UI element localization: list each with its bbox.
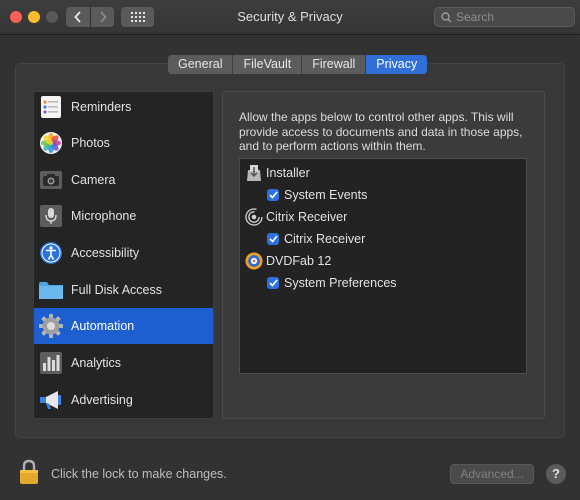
- automation-description: Allow the apps below to control other ap…: [239, 110, 523, 153]
- chevron-right-icon: [99, 11, 107, 23]
- sidebar-item-microphone[interactable]: Microphone: [34, 198, 213, 234]
- sidebar-item-photos[interactable]: Photos: [34, 125, 213, 161]
- sidebar-item-camera[interactable]: Camera: [34, 162, 213, 198]
- microphone-icon: [38, 203, 64, 229]
- search-field[interactable]: [434, 7, 575, 27]
- checkmark-icon: [268, 191, 278, 199]
- sidebar-item-label: Analytics: [71, 356, 122, 370]
- citrix-icon: [245, 208, 263, 226]
- sidebar-item-label: Full Disk Access: [71, 283, 162, 297]
- back-button[interactable]: [66, 7, 90, 27]
- app-row-citrix-receiver[interactable]: Citrix Receiver: [240, 206, 347, 228]
- grid-icon: [130, 12, 145, 22]
- photos-icon: [38, 130, 64, 156]
- sidebar-item-label: Microphone: [71, 209, 137, 223]
- permission-row-system-events[interactable]: System Events: [267, 184, 367, 206]
- permission-target-name: System Preferences: [284, 276, 397, 290]
- sidebar-item-label: Accessibility: [71, 246, 140, 260]
- show-all-button[interactable]: [121, 7, 154, 27]
- navigation-buttons: [66, 7, 114, 27]
- permission-checkbox[interactable]: [267, 233, 279, 245]
- search-input[interactable]: [456, 10, 571, 24]
- chevron-left-icon: [74, 11, 81, 23]
- permission-target-name: System Events: [284, 188, 368, 202]
- sidebar-item-label: Photos: [71, 136, 110, 150]
- accessibility-icon: [38, 240, 64, 266]
- analytics-icon: [38, 350, 64, 376]
- sidebar-item-label: Automation: [71, 319, 135, 333]
- forward-button[interactable]: [90, 7, 114, 27]
- sidebar-item-automation[interactable]: Automation: [34, 308, 213, 344]
- sidebar-item-advertising[interactable]: Advertising: [34, 382, 213, 418]
- permission-target-name: Citrix Receiver: [284, 232, 366, 246]
- permission-row-citrix-receiver[interactable]: Citrix Receiver: [267, 228, 365, 250]
- permission-row-system-preferences[interactable]: System Preferences: [267, 272, 397, 294]
- app-name: Citrix Receiver: [266, 210, 348, 224]
- sidebar-item-label: Advertising: [71, 393, 133, 407]
- camera-icon: [38, 167, 64, 193]
- sidebar-item-label: Reminders: [71, 100, 132, 114]
- sidebar-item-analytics[interactable]: Analytics: [34, 345, 213, 381]
- tab-bar: General FileVault Firewall Privacy: [168, 55, 428, 74]
- tab-firewall[interactable]: Firewall: [302, 55, 367, 74]
- sidebar-item-reminders[interactable]: Reminders: [34, 89, 213, 125]
- lock-instructions: Click the lock to make changes.: [51, 467, 227, 481]
- zoom-window-button[interactable]: [46, 11, 58, 23]
- search-icon: [441, 11, 452, 23]
- privacy-category-list[interactable]: Reminders Photos Camera Microphone Acces…: [33, 91, 214, 419]
- megaphone-icon: [38, 387, 64, 413]
- sidebar-item-accessibility[interactable]: Accessibility: [34, 235, 213, 271]
- tab-general[interactable]: General: [168, 55, 234, 74]
- permission-checkbox[interactable]: [267, 189, 279, 201]
- help-button[interactable]: ?: [546, 464, 566, 484]
- app-row-installer[interactable]: Installer: [240, 162, 310, 184]
- close-window-button[interactable]: [10, 11, 22, 23]
- gear-icon: [38, 313, 64, 339]
- app-name: DVDFab 12: [266, 254, 332, 268]
- permission-checkbox[interactable]: [267, 277, 279, 289]
- lock-button[interactable]: [19, 459, 39, 485]
- installer-icon: [245, 164, 263, 182]
- tab-filevault[interactable]: FileVault: [233, 55, 303, 74]
- sidebar-item-full-disk-access[interactable]: Full Disk Access: [34, 272, 213, 308]
- checkmark-icon: [268, 279, 278, 287]
- app-row-dvdfab[interactable]: DVDFab 12: [240, 250, 331, 272]
- folder-icon: [38, 277, 64, 303]
- lock-icon: [20, 459, 38, 484]
- app-name: Installer: [266, 166, 310, 180]
- automation-app-list[interactable]: Installer System Events Citrix Receiver …: [239, 158, 527, 374]
- checkmark-icon: [268, 235, 278, 243]
- sidebar-item-label: Camera: [71, 173, 116, 187]
- dvdfab-icon: [245, 252, 263, 270]
- reminders-icon: [38, 94, 64, 120]
- advanced-button[interactable]: Advanced...: [450, 464, 534, 484]
- tab-privacy[interactable]: Privacy: [366, 55, 428, 74]
- minimize-window-button[interactable]: [28, 11, 40, 23]
